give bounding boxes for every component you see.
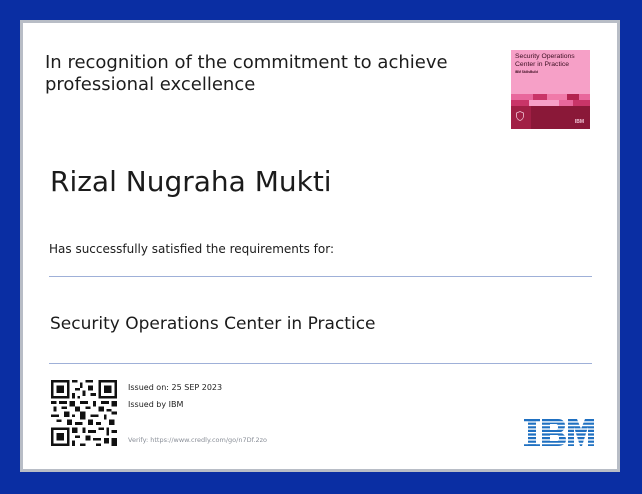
recipient-name: Rizal Nugraha Mukti	[50, 165, 332, 198]
qr-code-icon[interactable]	[51, 380, 117, 446]
issued-by: Issued by IBM	[128, 400, 184, 409]
certificate-frame: In recognition of the commitment to achi…	[0, 0, 642, 494]
verify-link[interactable]: Verify: https://www.credly.com/go/n7Df.2…	[128, 436, 267, 445]
course-badge: Security Operations Center in Practice I…	[511, 50, 590, 129]
badge-brand: IBM	[574, 119, 584, 125]
shield-icon	[516, 111, 524, 121]
issued-on: Issued on: 25 SEP 2023	[128, 383, 223, 392]
divider-bottom	[49, 363, 592, 364]
recognition-text: In recognition of the commitment to achi…	[45, 52, 448, 95]
ibm-logo	[524, 419, 594, 446]
certificate-paper: In recognition of the commitment to achi…	[20, 20, 620, 472]
course-title: Security Operations Center in Practice	[50, 314, 376, 334]
divider-top	[49, 276, 592, 277]
requirements-text: Has successfully satisfied the requireme…	[49, 242, 335, 256]
